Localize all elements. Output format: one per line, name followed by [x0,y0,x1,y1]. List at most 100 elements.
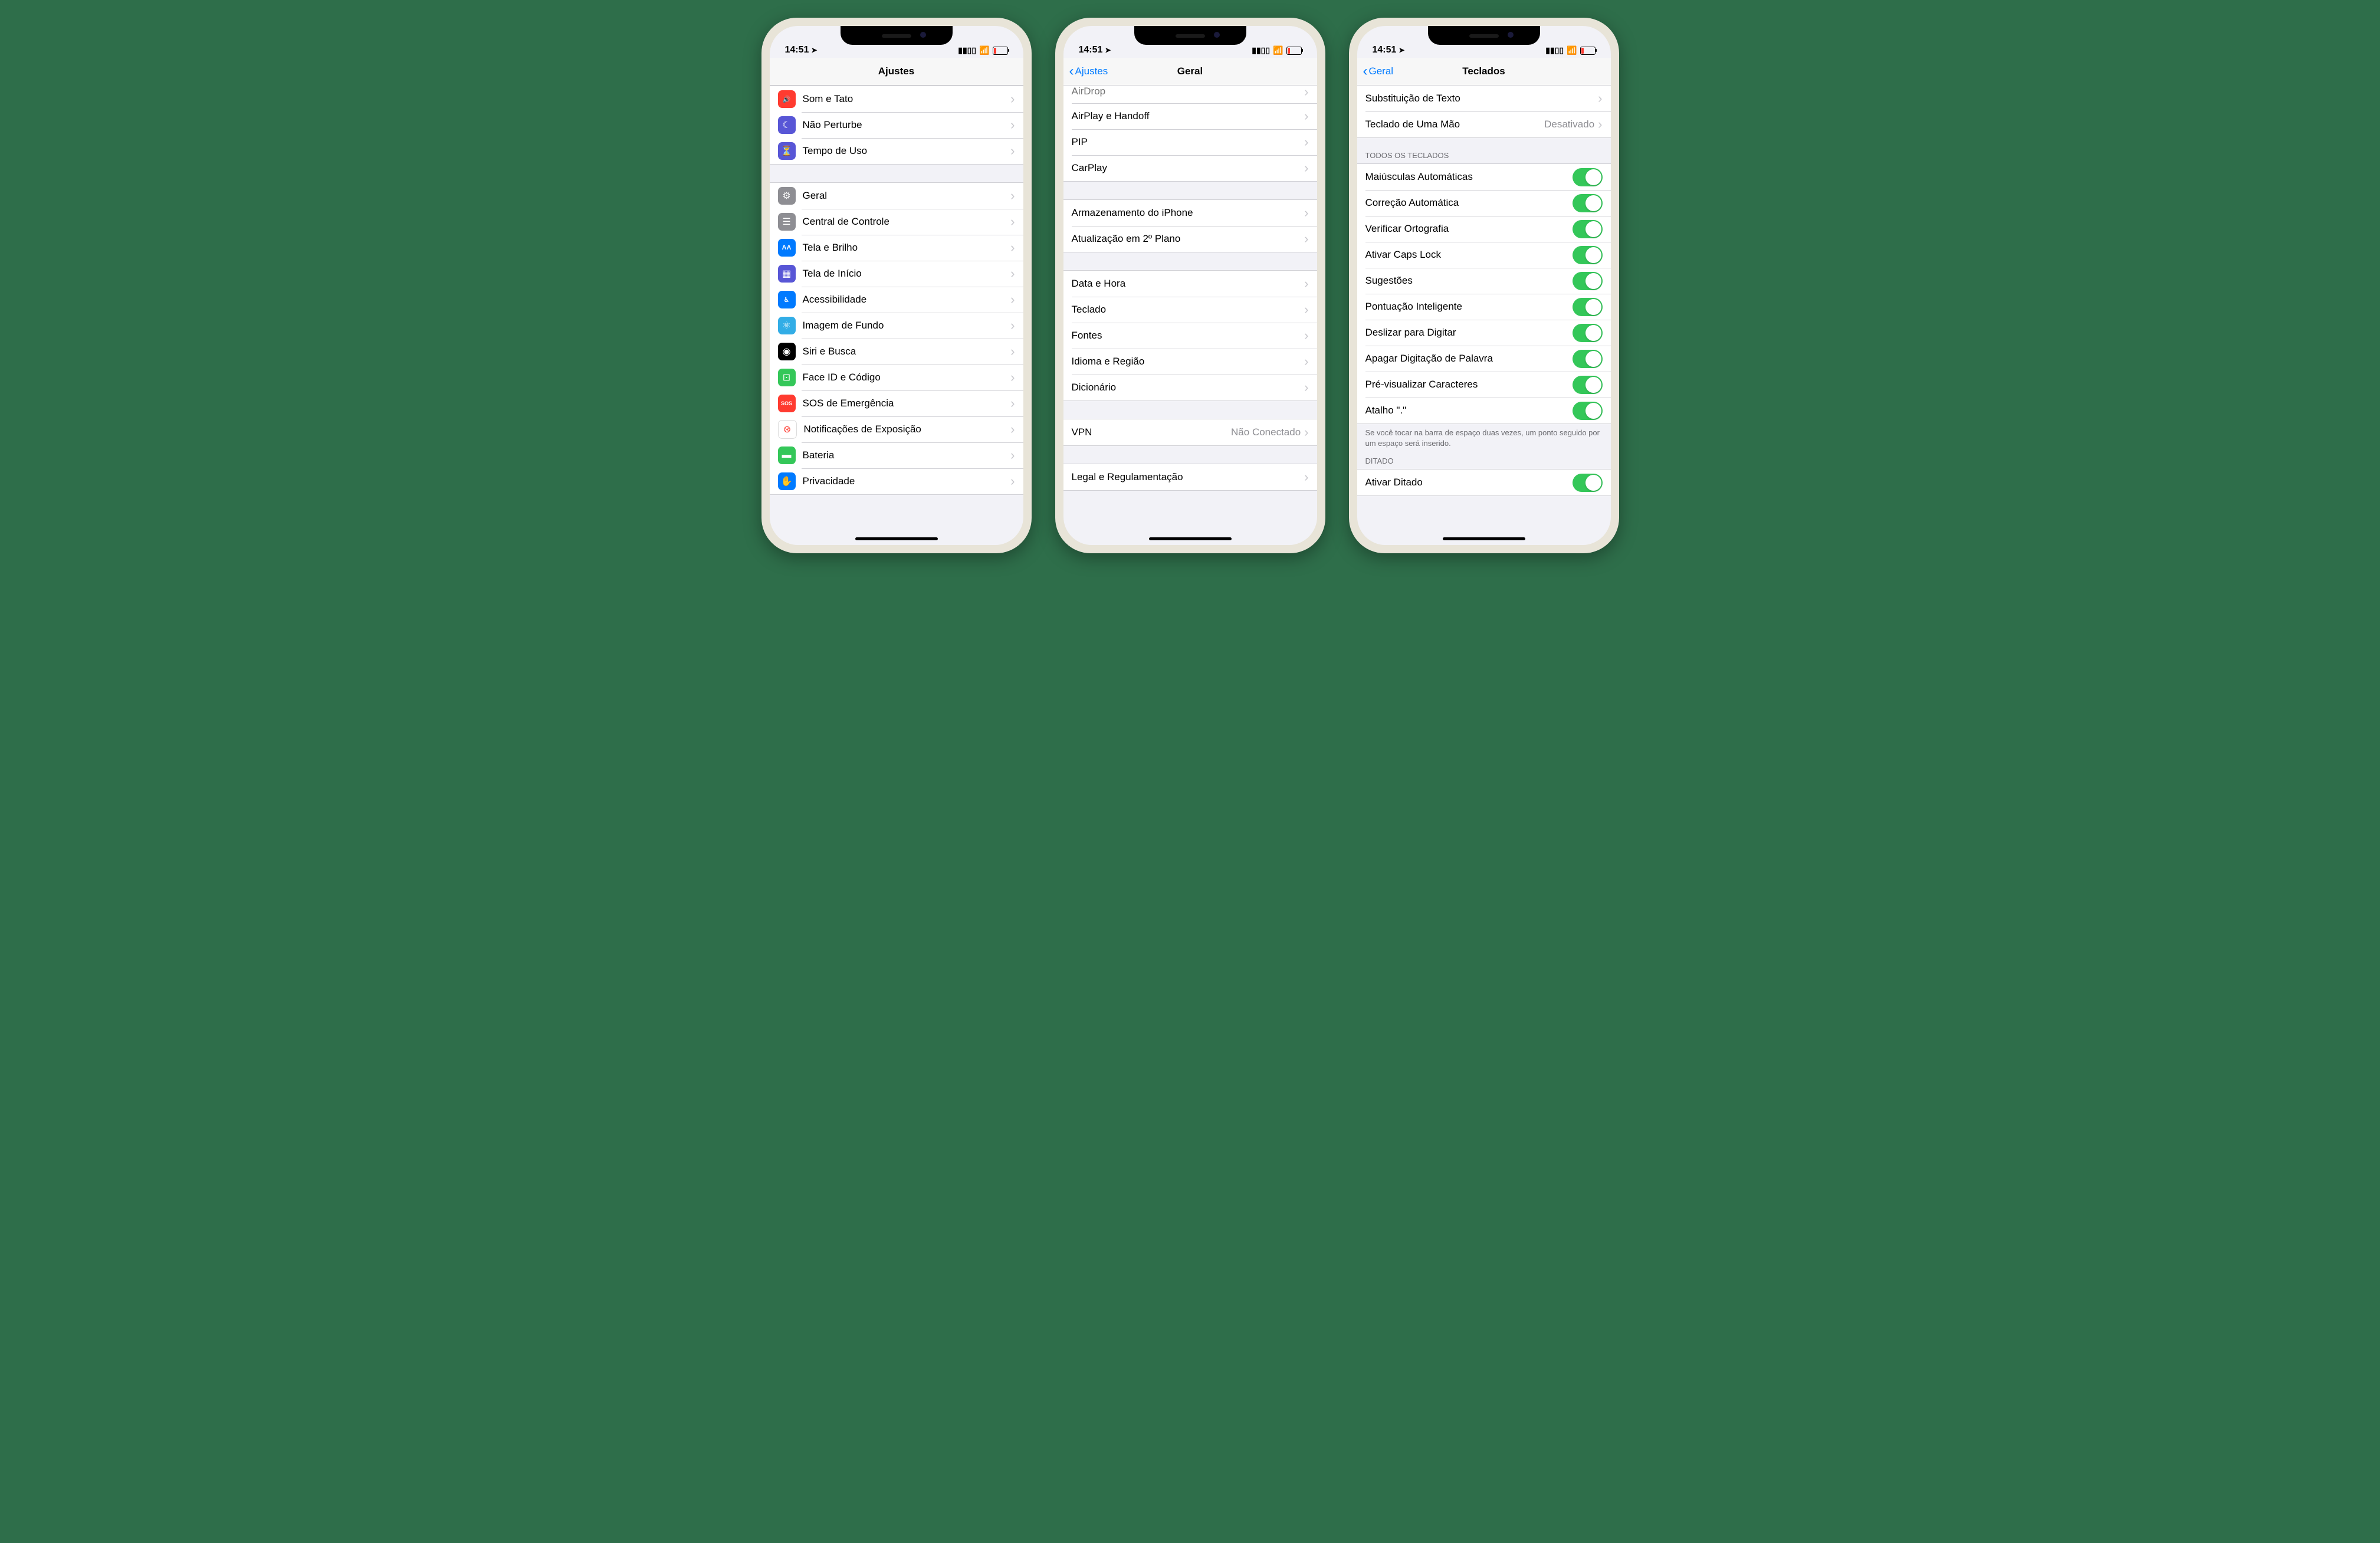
switch[interactable] [1573,324,1603,342]
row-label: VPN [1072,426,1232,438]
cellular-icon: ▮▮▯▯ [1545,45,1564,55]
row-label: Verificar Ortografia [1365,223,1573,235]
switch[interactable] [1573,246,1603,264]
switch[interactable] [1573,194,1603,212]
settings-row[interactable]: ◉Siri e Busca› [770,339,1023,365]
accessibility-icon: ♿︎ [778,291,796,308]
toggle-row: Maiúsculas Automáticas [1357,164,1611,190]
moon-icon: ☾ [778,116,796,134]
switches-icon: ☰ [778,213,796,231]
row-label: Sugestões [1365,275,1573,287]
settings-row[interactable]: Atualização em 2º Plano› [1063,226,1317,252]
navbar: ‹Geral Teclados [1357,58,1611,86]
section-footer: Se você tocar na barra de espaço duas ve… [1357,424,1611,453]
wifi-icon: 📶 [1567,45,1577,55]
notch [1134,26,1246,45]
settings-row[interactable]: AirDrop› [1063,86,1317,103]
notch [841,26,953,45]
row-label: CarPlay [1072,162,1305,174]
page-title: Ajustes [878,65,914,77]
row-label: Dicionário [1072,382,1305,393]
chevron-right-icon: › [1304,110,1308,123]
settings-row[interactable]: ☰Central de Controle› [770,209,1023,235]
row-label: AirPlay e Handoff [1072,110,1305,122]
chevron-right-icon: › [1010,93,1015,106]
home-indicator[interactable] [1443,537,1525,540]
switch[interactable] [1573,298,1603,316]
back-button[interactable]: ‹Ajustes [1069,64,1108,78]
chevron-right-icon: › [1304,329,1308,342]
chevron-right-icon: › [1010,293,1015,306]
settings-row[interactable]: ⊛Notificações de Exposição› [770,416,1023,442]
switch[interactable] [1573,168,1603,186]
settings-row[interactable]: Fontes› [1063,323,1317,349]
settings-row[interactable]: ☾Não Perturbe› [770,112,1023,138]
settings-row[interactable]: VPNNão Conectado› [1063,419,1317,445]
row-label: Som e Tato [803,93,1011,105]
settings-row[interactable]: 🔊Som e Tato› [770,86,1023,112]
toggle-row: Correção Automática [1357,190,1611,216]
settings-row[interactable]: Armazenamento do iPhone› [1063,200,1317,226]
chevron-left-icon: ‹ [1069,64,1074,78]
chevron-right-icon: › [1304,471,1308,484]
settings-row[interactable]: AirPlay e Handoff› [1063,103,1317,129]
row-label: Face ID e Código [803,372,1011,383]
row-label: Deslizar para Digitar [1365,327,1573,339]
toggle-row: Atalho "." [1357,398,1611,423]
location-icon: ➤ [1105,46,1111,54]
location-icon: ➤ [811,46,817,54]
settings-row[interactable]: Substituição de Texto› [1357,86,1611,111]
settings-row[interactable]: ♿︎Acessibilidade› [770,287,1023,313]
row-label: Geral [803,190,1011,202]
switch[interactable] [1573,272,1603,290]
switch[interactable] [1573,220,1603,238]
chevron-right-icon: › [1010,119,1015,132]
toggle-row: Ativar Ditado [1357,470,1611,495]
settings-row[interactable]: ▦Tela de Início› [770,261,1023,287]
settings-row[interactable]: Teclado› [1063,297,1317,323]
battery-icon [1286,47,1302,55]
settings-row[interactable]: ⏳Tempo de Uso› [770,138,1023,164]
settings-row[interactable]: Teclado de Uma MãoDesativado› [1357,111,1611,137]
settings-row[interactable]: Data e Hora› [1063,271,1317,297]
settings-row[interactable]: PIP› [1063,129,1317,155]
row-label: Atualização em 2º Plano [1072,233,1305,245]
phone-geral: 14:51➤ ▮▮▯▯ 📶 ‹Ajustes Geral AirDrop›Air… [1055,18,1325,553]
row-label: Notificações de Exposição [804,423,1011,435]
row-label: Apagar Digitação de Palavra [1365,353,1573,365]
cellular-icon: ▮▮▯▯ [958,45,976,55]
row-label: Teclado de Uma Mão [1365,119,1545,130]
switch[interactable] [1573,402,1603,420]
chevron-right-icon: › [1304,136,1308,149]
settings-row[interactable]: CarPlay› [1063,155,1317,181]
chevron-right-icon: › [1304,381,1308,394]
settings-row[interactable]: ⚛Imagem de Fundo› [770,313,1023,339]
settings-row[interactable]: SOSSOS de Emergência› [770,390,1023,416]
settings-row[interactable]: ⚙Geral› [770,183,1023,209]
settings-row[interactable]: AATela e Brilho› [770,235,1023,261]
chevron-right-icon: › [1010,345,1015,358]
section-header: DITADO [1357,453,1611,469]
home-indicator[interactable] [855,537,938,540]
home-indicator[interactable] [1149,537,1232,540]
page-title: Geral [1177,65,1203,77]
switch[interactable] [1573,376,1603,394]
settings-row[interactable]: ▬Bateria› [770,442,1023,468]
settings-row[interactable]: Idioma e Região› [1063,349,1317,375]
row-label: Legal e Regulamentação [1072,471,1305,483]
back-button[interactable]: ‹Geral [1363,64,1394,78]
settings-row[interactable]: ⊡Face ID e Código› [770,365,1023,390]
settings-row[interactable]: Legal e Regulamentação› [1063,464,1317,490]
phone-ajustes: 14:51➤ ▮▮▯▯ 📶 Ajustes 🔊Som e Tato›☾Não P… [761,18,1032,553]
row-label: PIP [1072,136,1305,148]
switch[interactable] [1573,474,1603,492]
row-label: Ativar Caps Lock [1365,249,1573,261]
gear-icon: ⚙ [778,187,796,205]
switch[interactable] [1573,350,1603,368]
wifi-icon: 📶 [979,45,989,55]
chevron-right-icon: › [1010,267,1015,280]
row-detail: Não Conectado [1231,426,1301,438]
textformat-icon: AA [778,239,796,257]
settings-row[interactable]: Dicionário› [1063,375,1317,400]
settings-row[interactable]: ✋Privacidade› [770,468,1023,494]
